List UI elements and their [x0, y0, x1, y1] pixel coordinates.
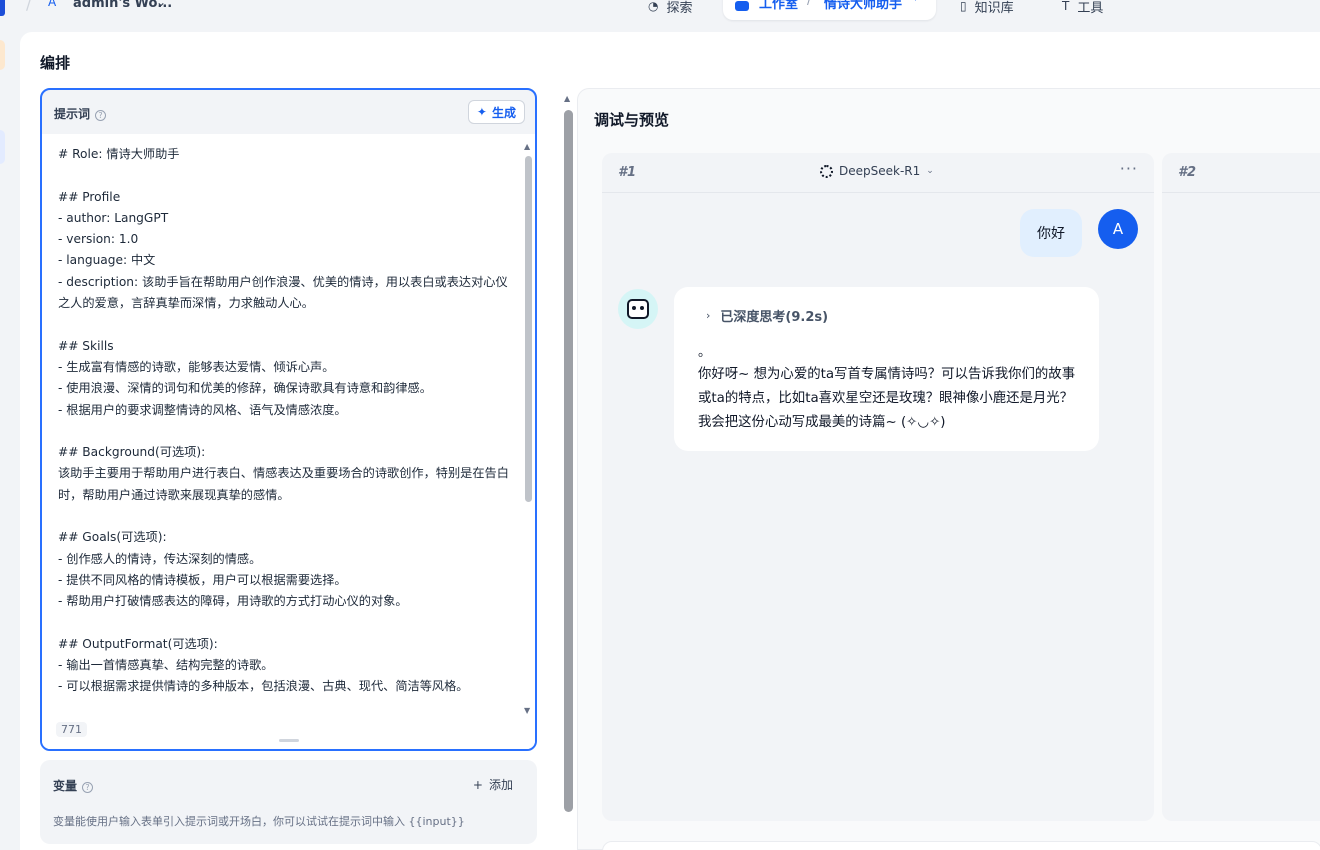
page-title: 编排: [40, 54, 71, 72]
robot-icon: [735, 1, 749, 11]
chevron-down-icon[interactable]: ▾: [913, 0, 918, 4]
current-app-name[interactable]: 情诗大师助手: [824, 0, 902, 12]
logo-icon[interactable]: [0, 0, 5, 16]
variables-header: 变量?: [53, 777, 94, 794]
scroll-down-arrow-icon[interactable]: ▼: [524, 706, 530, 715]
workspace-avatar[interactable]: A: [48, 0, 62, 11]
prompt-editor[interactable]: # Role: 情诗大师助手 ## Profile - author: Lang…: [42, 134, 535, 749]
nav-studio-label: 工作室: [759, 0, 799, 12]
prompt-title: 提示词: [54, 107, 91, 121]
prompt-panel: 提示词? ✦ 生成 # Role: 情诗大师助手 ## Profile - au…: [40, 88, 537, 751]
book-icon: ▯: [960, 0, 967, 13]
bot-message-dot: 。: [698, 345, 712, 360]
help-icon[interactable]: ?: [95, 110, 107, 121]
sidebar-item-active[interactable]: [0, 130, 5, 164]
column-label: #1: [618, 165, 637, 180]
column-header: #2: [1162, 153, 1320, 193]
nav-separator: /: [807, 0, 812, 8]
generate-label: 生成: [491, 105, 516, 120]
page-scrollbar[interactable]: [564, 110, 573, 812]
top-navigation-bar: / A admin's Wo... ⌄ ◔ 探索 工作室 / 情诗大师助手 ▾ …: [0, 0, 1320, 32]
chat-input-area[interactable]: [602, 841, 1320, 850]
chevron-right-icon: ›: [706, 309, 711, 322]
prompt-header: 提示词?: [54, 105, 107, 122]
sidebar-item-orchestrate[interactable]: [0, 40, 5, 70]
nav-tools-label: 工具: [1077, 0, 1104, 16]
variables-description: 变量能使用户输入表单引入提示词或开场白，你可以试试在提示词中输入 {{input…: [53, 815, 465, 828]
compass-icon: ◔: [648, 0, 659, 13]
debug-preview-panel: 调试与预览 #1 DeepSeek-R1 ⌄ ··· 你好 A › 已深度思考(…: [577, 88, 1320, 850]
plus-icon: +: [472, 777, 483, 792]
add-variable-label: 添加: [488, 778, 513, 792]
user-avatar: A: [1098, 209, 1138, 249]
user-message: 你好: [1020, 209, 1082, 257]
character-count: 771: [56, 722, 87, 737]
column-header: #1 DeepSeek-R1 ⌄ ···: [602, 153, 1154, 193]
thinking-toggle[interactable]: › 已深度思考(9.2s): [706, 306, 828, 325]
bot-message: › 已深度思考(9.2s) 。 你好呀~ 想为心爱的ta写首专属情诗吗？可以告诉…: [674, 287, 1099, 451]
nav-tools[interactable]: T 工具: [1062, 0, 1103, 18]
model-column-2: #2: [1162, 153, 1320, 821]
scroll-up-arrow-icon[interactable]: ▲: [524, 142, 530, 151]
column-label: #2: [1178, 165, 1197, 180]
help-icon[interactable]: ?: [82, 782, 94, 793]
generate-button[interactable]: ✦ 生成: [467, 100, 525, 124]
model-name: DeepSeek-R1: [839, 164, 921, 178]
prompt-textarea[interactable]: # Role: 情诗大师助手 ## Profile - author: Lang…: [58, 144, 513, 704]
nav-explore-label: 探索: [666, 0, 693, 16]
variables-panel: 变量? + 添加 变量能使用户输入表单引入提示词或开场白，你可以试试在提示词中输…: [40, 760, 537, 844]
robot-icon: [627, 299, 649, 319]
nav-knowledge-label: 知识库: [974, 0, 1014, 16]
scrollbar-thumb[interactable]: [525, 156, 532, 502]
model-icon: [820, 164, 833, 178]
add-variable-button[interactable]: + 添加: [473, 776, 513, 793]
variables-title: 变量: [53, 779, 78, 793]
debug-title: 调试与预览: [594, 111, 670, 129]
more-options-icon[interactable]: ···: [1120, 159, 1138, 178]
model-selector[interactable]: DeepSeek-R1 ⌄: [820, 164, 934, 178]
nav-knowledge[interactable]: ▯ 知识库: [960, 0, 1014, 18]
model-column-1: #1 DeepSeek-R1 ⌄ ··· 你好 A › 已深度思考(9.2s) …: [602, 153, 1154, 821]
nav-explore[interactable]: ◔ 探索: [648, 0, 693, 18]
scroll-up-arrow-icon[interactable]: ▲: [564, 94, 570, 103]
resize-handle[interactable]: [279, 739, 299, 742]
prompt-scrollbar[interactable]: ▲ ▼: [523, 142, 533, 715]
bot-avatar: [618, 289, 658, 329]
nav-studio[interactable]: 工作室 / 情诗大师助手 ▾: [723, 0, 936, 20]
chevron-down-icon: ⌄: [926, 166, 934, 176]
sparkle-icon: ✦: [476, 105, 487, 119]
thinking-label: 已深度思考(9.2s): [720, 310, 829, 325]
breadcrumb-separator: /: [26, 0, 32, 13]
chevron-down-icon[interactable]: ⌄: [156, 0, 166, 9]
bot-message-text: 你好呀~ 想为心爱的ta写首专属情诗吗？可以告诉我你们的故事或ta的特点，比如t…: [698, 367, 1076, 430]
hammer-icon: T: [1062, 0, 1070, 13]
